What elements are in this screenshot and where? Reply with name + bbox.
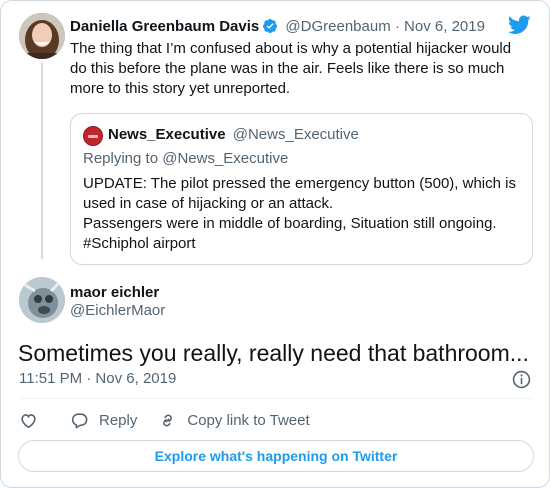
reply-button[interactable]: Reply xyxy=(70,411,137,430)
verified-badge-icon xyxy=(263,19,278,33)
link-icon xyxy=(163,414,173,426)
replying-to-label: Replying to xyxy=(83,150,159,167)
copy-link-label: Copy link to Tweet xyxy=(187,411,310,429)
action-bar: Reply Copy link to Tweet xyxy=(19,409,310,431)
tweet-embed-card: Daniella Greenbaum Davis @DGreenbaum · N… xyxy=(0,0,550,488)
tweet-timestamp-link[interactable]: 11:51 PM · Nov 6, 2019 xyxy=(19,369,176,389)
quoted-line: Passengers were in middle of boarding, S… xyxy=(83,215,497,232)
quoted-avatar xyxy=(83,126,103,146)
quoted-tweet-text: UPDATE: The pilot pressed the emergency … xyxy=(83,174,523,254)
thread-connector-line xyxy=(41,63,43,259)
info-icon[interactable] xyxy=(512,370,531,389)
replying-to-handle: @News_Executive xyxy=(162,150,289,167)
tweet-date-link[interactable]: Nov 6, 2019 xyxy=(404,18,485,35)
avatar-photo-icon xyxy=(19,277,65,323)
divider xyxy=(19,398,533,399)
parent-tweet-text: The thing that I’m confused about is why… xyxy=(70,40,512,97)
avatar-photo-icon xyxy=(19,13,65,59)
reply-label: Reply xyxy=(99,411,138,429)
author-handle[interactable]: @DGreenbaum xyxy=(285,18,390,35)
explore-twitter-button[interactable]: Explore what's happening on Twitter xyxy=(18,440,534,472)
quoted-author-name: News_Executive xyxy=(108,126,226,143)
main-avatar[interactable] xyxy=(19,277,65,323)
quoted-tweet-header: News_Executive @News_Executive xyxy=(108,125,359,145)
copy-link-button[interactable]: Copy link to Tweet xyxy=(158,411,310,430)
like-button[interactable] xyxy=(19,411,38,430)
twitter-bird-icon[interactable] xyxy=(508,15,531,35)
main-author-name[interactable]: maor eichler xyxy=(70,283,159,303)
quoted-line: UPDATE: The pilot pressed the emergency … xyxy=(83,175,516,212)
reply-bubble-icon xyxy=(71,412,88,428)
heart-icon xyxy=(21,413,36,428)
avatar[interactable] xyxy=(19,13,65,59)
author-name[interactable]: Daniella Greenbaum Davis xyxy=(70,18,259,35)
main-author-handle[interactable]: @EichlerMaor xyxy=(70,301,165,321)
quoted-tweet[interactable]: News_Executive @News_Executive Replying … xyxy=(70,113,533,265)
quoted-line: #Schiphol airport xyxy=(83,235,196,252)
quoted-author-handle: @News_Executive xyxy=(232,126,359,143)
main-tweet-text: Sometimes you really, really need that b… xyxy=(18,340,529,366)
parent-tweet-header: Daniella Greenbaum Davis @DGreenbaum · N… xyxy=(70,17,485,37)
separator-dot: · xyxy=(394,18,400,35)
replying-to-line: Replying to @News_Executive xyxy=(83,149,288,169)
